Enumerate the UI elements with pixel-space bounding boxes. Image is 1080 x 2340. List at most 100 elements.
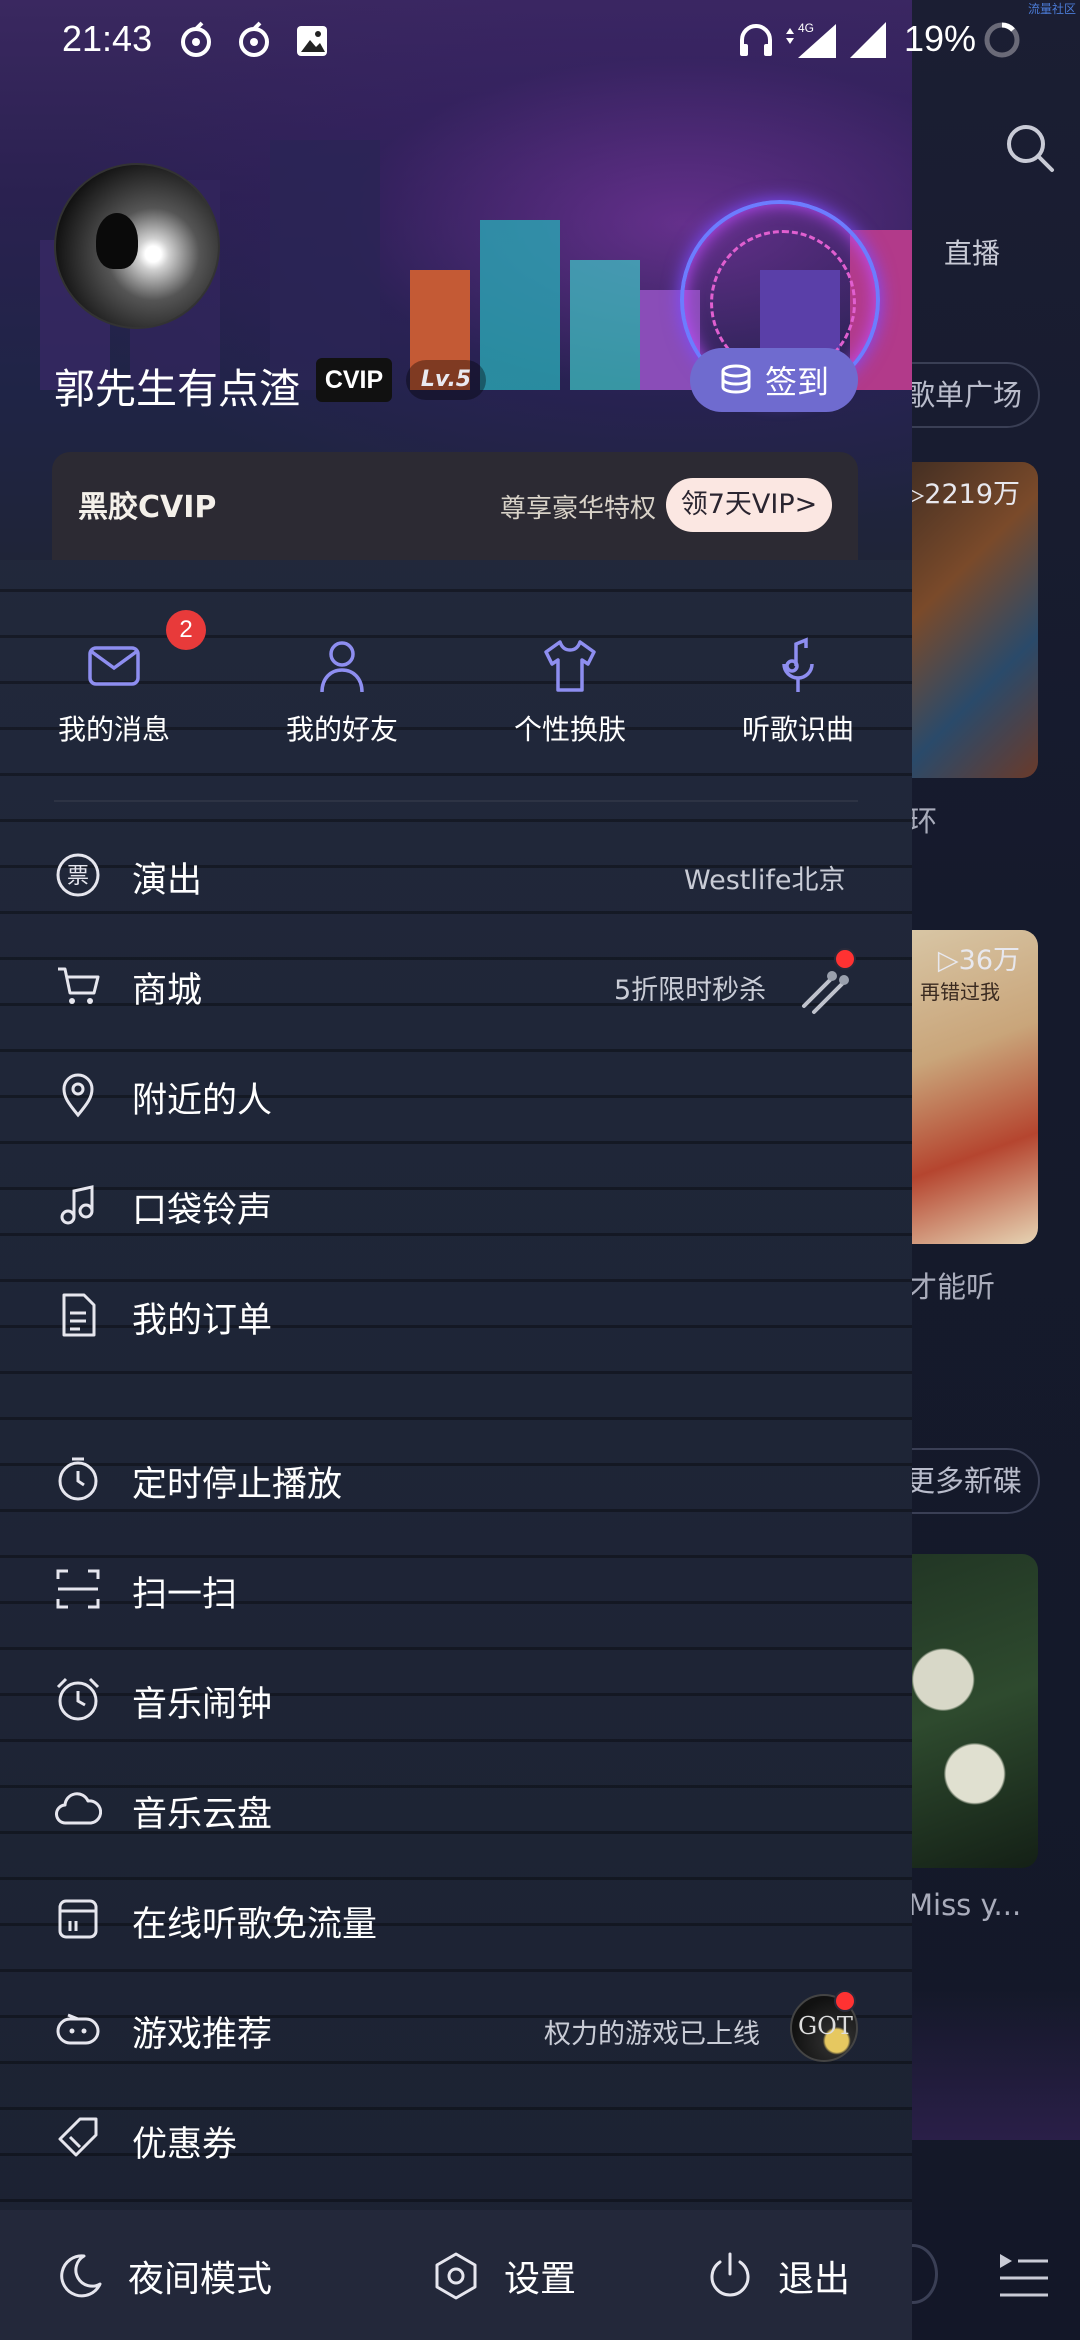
clock: 21:43: [62, 18, 153, 59]
play-count: ▷36万: [937, 945, 1020, 976]
ticket-icon: 票: [56, 853, 100, 897]
game-thumbnail-text: GOT: [798, 2012, 853, 2040]
tshirt-icon: [544, 640, 596, 692]
quick-action-label: 听歌识曲: [741, 713, 854, 746]
menu-label: 商城: [132, 971, 203, 1011]
menu-label: 口袋铃声: [132, 1191, 273, 1231]
unread-badge: 2: [166, 610, 206, 650]
menu-label: 定时停止播放: [132, 1465, 343, 1505]
cloud-icon: [55, 1792, 102, 1825]
menu-item-scan[interactable]: 扫一扫: [0, 1534, 912, 1644]
gear-icon: [435, 2252, 477, 2300]
network-type: 4G: [798, 21, 814, 35]
quick-action-label: 我的好友: [285, 713, 398, 746]
mail-icon: [88, 646, 140, 686]
menu-item-coupons[interactable]: 优惠券: [0, 2084, 912, 2194]
person-icon: [320, 641, 364, 693]
music-note-icon: [60, 1185, 94, 1225]
menu-label: 在线听歌免流量: [132, 1905, 378, 1945]
quick-actions: 我的消息 我的好友 个性换肤 听歌识曲: [0, 620, 912, 770]
divider: [54, 800, 858, 802]
menu-label: 附近的人: [132, 1081, 273, 1121]
avatar[interactable]: [54, 163, 220, 329]
card-caption: 再错过我: [920, 980, 1000, 1004]
menu-label: 音乐云盘: [132, 1795, 273, 1835]
logout-label: 退出: [778, 2259, 851, 2300]
menu-label: 我的订单: [132, 1301, 273, 1341]
gamepad-icon: [56, 2013, 100, 2045]
username[interactable]: 郭先生有点渣: [54, 355, 300, 415]
svg-text:票: 票: [67, 864, 89, 889]
side-drawer: 郭先生有点渣 CVIP Lv.5 签到 黑胶CVIP 尊享豪华特权 领7天VIP…: [0, 0, 912, 2340]
location-pin-icon: [62, 1073, 94, 1118]
alarm-clock-icon: [56, 1677, 100, 1721]
quick-action-friends[interactable]: 我的好友: [228, 620, 456, 770]
menu-extra: Westlife北京: [684, 865, 846, 896]
menu-label: 演出: [132, 861, 203, 901]
night-mode-button[interactable]: 夜间模式: [54, 2250, 272, 2302]
quick-action-recognize[interactable]: 听歌识曲: [684, 620, 912, 770]
vip-trial-button[interactable]: 领7天VIP>: [666, 478, 832, 532]
playlist-queue-icon[interactable]: [996, 2250, 1052, 2302]
search-icon[interactable]: [1000, 118, 1060, 178]
menu-item-cloud-drive[interactable]: 音乐云盘: [0, 1754, 912, 1864]
night-mode-label: 夜间模式: [128, 2259, 273, 2300]
quick-action-label: 我的消息: [57, 713, 170, 746]
album-title: Miss y...: [908, 1888, 1022, 1922]
signal-4g-icon: 4G: [786, 21, 836, 58]
headphones-icon: [740, 24, 772, 56]
playlist-title: 环: [908, 804, 938, 838]
scan-icon: [56, 1569, 100, 1609]
signin-label: 签到: [764, 363, 829, 401]
cart-icon: [58, 967, 100, 1004]
quick-action-skins[interactable]: 个性换肤: [456, 620, 684, 770]
status-bar: 21:43 4G 19%: [0, 0, 1080, 84]
gallery-icon: [297, 26, 327, 56]
menu-item-games[interactable]: 游戏推荐 权力的游戏已上线 GOT: [0, 1974, 912, 2084]
menu-item-alarm[interactable]: 音乐闹钟: [0, 1644, 912, 1754]
netease-music-icon: [239, 21, 269, 57]
battery-percent: 19%: [904, 18, 977, 59]
menu-item-orders[interactable]: 我的订单: [0, 1260, 912, 1370]
drawer-bottom-bar: 夜间模式 设置 退出: [0, 2210, 912, 2340]
menu-label: 扫一扫: [132, 1575, 238, 1615]
signal-icon: [850, 22, 886, 58]
mic-note-icon: [782, 637, 814, 692]
signin-button[interactable]: 签到: [690, 348, 858, 412]
menu-label: 游戏推荐: [132, 2015, 273, 2055]
vip-banner[interactable]: 黑胶CVIP 尊享豪华特权 领7天VIP>: [52, 452, 858, 560]
level-badge[interactable]: Lv.5: [406, 360, 486, 400]
play-count: ▷2219万: [903, 479, 1020, 510]
coins-icon: [721, 364, 751, 394]
menu-extra: 权力的游戏已上线: [544, 2019, 760, 2050]
power-icon: [710, 2252, 750, 2297]
sim-card-icon: [58, 1899, 98, 1939]
menu-item-ringtones[interactable]: 口袋铃声: [0, 1150, 912, 1260]
menu-label: 优惠券: [132, 2125, 238, 2165]
notification-dot: [834, 948, 856, 970]
moon-icon: [60, 2254, 102, 2298]
document-icon: [62, 1293, 96, 1337]
timer-icon: [58, 1457, 98, 1501]
netease-music-icon: [181, 21, 211, 57]
vip-logo: 黑胶CVIP: [78, 490, 217, 525]
battery-ring-icon: [984, 22, 1020, 58]
menu-extra: 5折限时秒杀: [614, 975, 767, 1006]
playlist-title: 才能听: [908, 1270, 996, 1304]
tab-live[interactable]: 直播: [944, 232, 1000, 272]
neon-skyline: [900, 1990, 1080, 2140]
quick-action-label: 个性换肤: [513, 713, 626, 746]
menu-item-nearby[interactable]: 附近的人: [0, 1040, 912, 1150]
menu-item-sleep-timer[interactable]: 定时停止播放: [0, 1424, 912, 1534]
coupon-icon: [58, 2117, 98, 2157]
menu-item-shows[interactable]: 票 演出 Westlife北京: [0, 820, 912, 930]
menu-item-store[interactable]: 商城 5折限时秒杀: [0, 930, 912, 1040]
menu-item-free-data[interactable]: 在线听歌免流量: [0, 1864, 912, 1974]
vip-perk-text: 尊享豪华特权: [500, 494, 657, 524]
vip-badge[interactable]: CVIP: [316, 358, 392, 402]
logout-button[interactable]: 退出: [704, 2250, 850, 2302]
notification-dot: [834, 1990, 856, 2012]
menu-label: 音乐闹钟: [132, 1685, 273, 1725]
settings-label: 设置: [504, 2259, 577, 2300]
settings-button[interactable]: 设置: [430, 2250, 576, 2302]
